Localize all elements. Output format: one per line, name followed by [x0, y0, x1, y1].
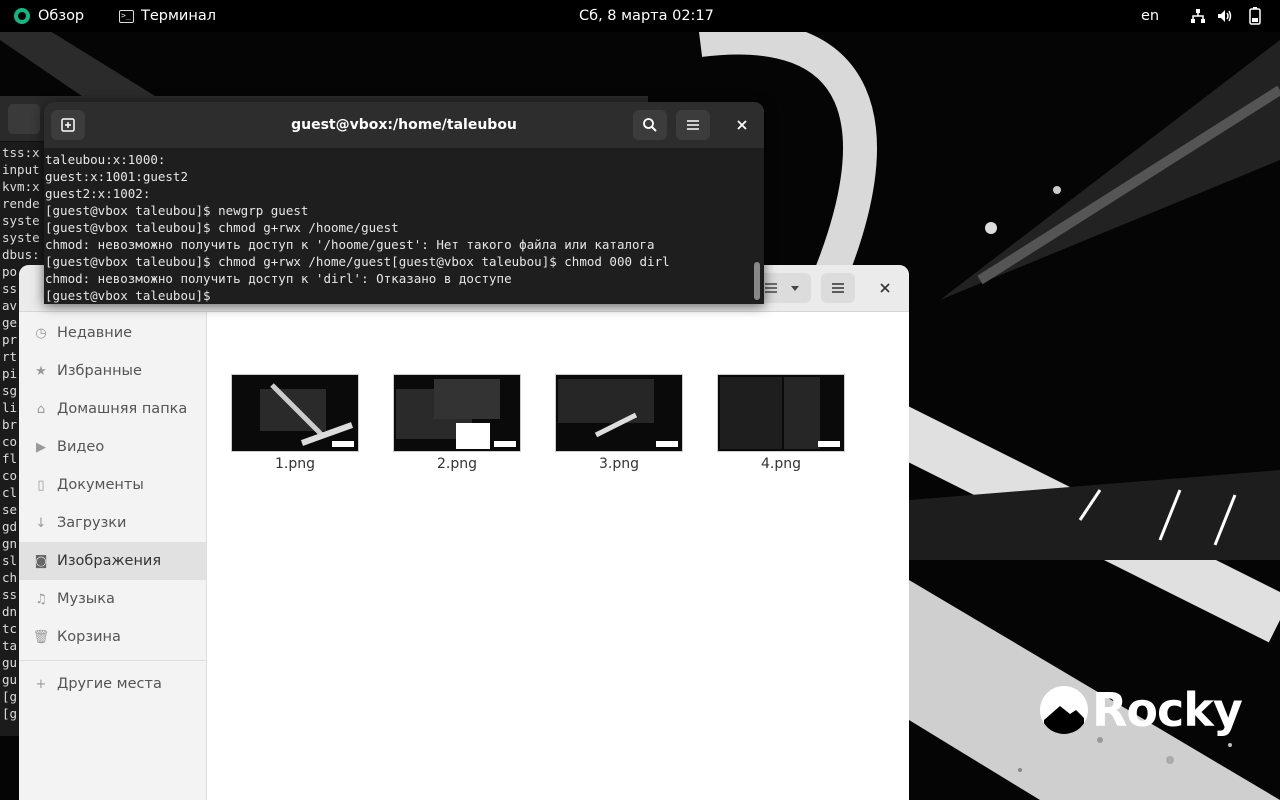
top-bar: Обзор >_ Терминал Сб, 8 марта 02:17 en: [0, 0, 1280, 32]
rocky-wallpaper-logo: Rocky: [1040, 683, 1243, 737]
camera-icon: ◙: [34, 553, 48, 569]
download-icon: ↓: [35, 515, 47, 531]
file-name: 2.png: [436, 456, 477, 472]
file-name: 3.png: [598, 456, 639, 472]
file-thumbnail: [555, 374, 683, 452]
sidebar-item-label: Видео: [57, 439, 105, 455]
file-thumbnail: [231, 374, 359, 452]
plus-icon: +: [35, 676, 47, 692]
network-icon[interactable]: [1190, 0, 1206, 32]
sidebar-item-starred[interactable]: ★ Избранные: [19, 352, 206, 390]
files-menu-button[interactable]: [821, 273, 855, 303]
clock[interactable]: Сб, 8 марта 02:17: [579, 0, 714, 32]
file-item[interactable]: 2.png: [393, 374, 521, 472]
sidebar-item-downloads[interactable]: ↓ Загрузки: [19, 504, 206, 542]
volume-icon[interactable]: [1217, 0, 1233, 32]
app-menu-button[interactable]: >_ Терминал: [119, 0, 216, 32]
terminal-scrollbar[interactable]: [754, 262, 760, 300]
sidebar-item-label: Корзина: [57, 629, 121, 645]
document-icon: ▯: [37, 477, 45, 493]
files-sidebar: ◷ Недавние ★ Избранные ⌂ Домашняя папка ▶ Ви…: [19, 312, 207, 800]
terminal-output[interactable]: taleubou:x:1000: guest:x:1001:guest2 gue…: [44, 148, 764, 304]
terminal-header: guest@vbox:/home/taleubou: [44, 102, 764, 148]
files-window[interactable]: ◷ Недавние ★ Избранные ⌂ Домашняя папка ▶ Ви…: [19, 265, 909, 800]
music-icon: ♫: [35, 591, 47, 607]
sidebar-divider: [19, 660, 206, 661]
trash-icon: 🗑: [32, 629, 50, 645]
terminal-window[interactable]: guest@vbox:/home/taleubou taleubou:x:100…: [44, 102, 764, 304]
battery-icon[interactable]: [1249, 0, 1261, 32]
new-tab-button[interactable]: [51, 110, 85, 140]
sidebar-item-pictures[interactable]: ◙ Изображения: [19, 542, 206, 580]
video-icon: ▶: [36, 439, 46, 455]
sidebar-item-label: Избранные: [57, 363, 142, 379]
sidebar-item-music[interactable]: ♫ Музыка: [19, 580, 206, 618]
file-name: 4.png: [760, 456, 801, 472]
activities-button[interactable]: Обзор: [14, 0, 84, 32]
terminal-icon: >_: [119, 9, 134, 23]
app-menu-label: Терминал: [141, 8, 216, 24]
file-item[interactable]: 3.png: [555, 374, 683, 472]
sidebar-item-label: Другие места: [57, 676, 162, 692]
sidebar-item-label: Изображения: [57, 553, 162, 569]
clock-icon: ◷: [35, 325, 47, 341]
file-name: 1.png: [274, 456, 315, 472]
sidebar-item-documents[interactable]: ▯ Документы: [19, 466, 206, 504]
file-item[interactable]: 1.png: [231, 374, 359, 472]
file-thumbnail: [393, 374, 521, 452]
sidebar-item-other-locations[interactable]: + Другие места: [19, 665, 206, 703]
sidebar-item-label: Загрузки: [57, 515, 127, 531]
rocky-mark-icon: [1040, 686, 1088, 734]
language-indicator[interactable]: en: [1141, 0, 1159, 32]
file-item[interactable]: 4.png: [717, 374, 845, 472]
rocky-logo-icon: [14, 8, 30, 24]
search-button[interactable]: [633, 110, 667, 140]
sidebar-item-recent[interactable]: ◷ Недавние: [19, 314, 206, 352]
rocky-wordmark: Rocky: [1092, 683, 1243, 737]
star-icon: ★: [35, 363, 47, 379]
files-close-button[interactable]: [870, 273, 900, 303]
sidebar-item-videos[interactable]: ▶ Видео: [19, 428, 206, 466]
terminal-close-button[interactable]: [725, 110, 759, 140]
sidebar-item-label: Домашняя папка: [57, 401, 188, 417]
sidebar-item-label: Документы: [57, 477, 144, 493]
terminal-menu-button[interactable]: [676, 110, 710, 140]
sidebar-item-label: Недавние: [57, 325, 133, 341]
sidebar-item-trash[interactable]: 🗑 Корзина: [19, 618, 206, 656]
home-icon: ⌂: [36, 401, 46, 417]
files-content-area[interactable]: 1.png 2.png 3.png 4.png: [208, 312, 909, 800]
sidebar-item-home[interactable]: ⌂ Домашняя папка: [19, 390, 206, 428]
sidebar-item-label: Музыка: [57, 591, 115, 607]
activities-label: Обзор: [38, 8, 85, 24]
new-tab-icon[interactable]: [8, 104, 40, 134]
file-thumbnail: [717, 374, 845, 452]
